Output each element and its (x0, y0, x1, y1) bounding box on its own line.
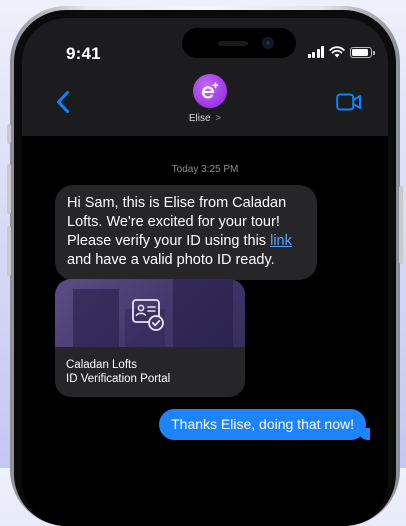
contact-name-button[interactable]: Elise > (22, 113, 388, 124)
facetime-button[interactable] (336, 93, 362, 116)
status-icons (307, 45, 375, 59)
verification-link[interactable]: link (270, 233, 292, 249)
chevron-right-icon: > (215, 113, 222, 124)
status-time: 9:41 (66, 44, 101, 63)
power-button (399, 186, 403, 264)
cellular-signal-icon (307, 46, 324, 58)
link-preview-title-line1: Caladan Lofts (66, 359, 137, 371)
link-preview-title-line2: ID Verification Portal (66, 373, 171, 385)
screen: 9:41 Elise > Today 3:25 PM Hi Sam, this … (22, 18, 388, 526)
volume-up-button (7, 164, 11, 214)
message-timestamp: Today 3:25 PM (171, 164, 239, 175)
avatar-e-icon (201, 82, 219, 99)
front-camera-icon (262, 37, 274, 49)
link-preview-image (55, 279, 245, 347)
contact-avatar[interactable] (193, 74, 227, 108)
incoming-message-bubble: Hi Sam, this is Elise from Caladan Lofts… (55, 185, 317, 280)
link-preview-title: Caladan Lofts ID Verification Portal (66, 358, 170, 386)
message-text-end: and have a valid photo ID ready. (67, 252, 275, 268)
speaker-grill (218, 41, 248, 46)
message-text-start: Hi Sam, this is Elise from Caladan Lofts… (67, 195, 287, 249)
phone-frame: 9:41 Elise > Today 3:25 PM Hi Sam, this … (7, 6, 403, 526)
back-button[interactable] (52, 88, 74, 116)
back-chevron-icon (57, 91, 69, 113)
contact-name: Elise (188, 113, 211, 124)
wifi-icon (329, 46, 345, 58)
conversation-header: 9:41 Elise > (22, 18, 388, 136)
dynamic-island (182, 28, 296, 58)
volume-down-button (7, 226, 11, 276)
link-preview-card[interactable]: Caladan Lofts ID Verification Portal (55, 279, 245, 397)
mute-switch (7, 124, 11, 144)
outgoing-message-bubble: Thanks Elise, doing that now! (159, 409, 370, 440)
id-card-check-icon (132, 299, 164, 331)
battery-icon (350, 46, 375, 58)
facetime-video-icon (336, 93, 361, 111)
phone-bezel: 9:41 Elise > Today 3:25 PM Hi Sam, this … (14, 10, 396, 526)
